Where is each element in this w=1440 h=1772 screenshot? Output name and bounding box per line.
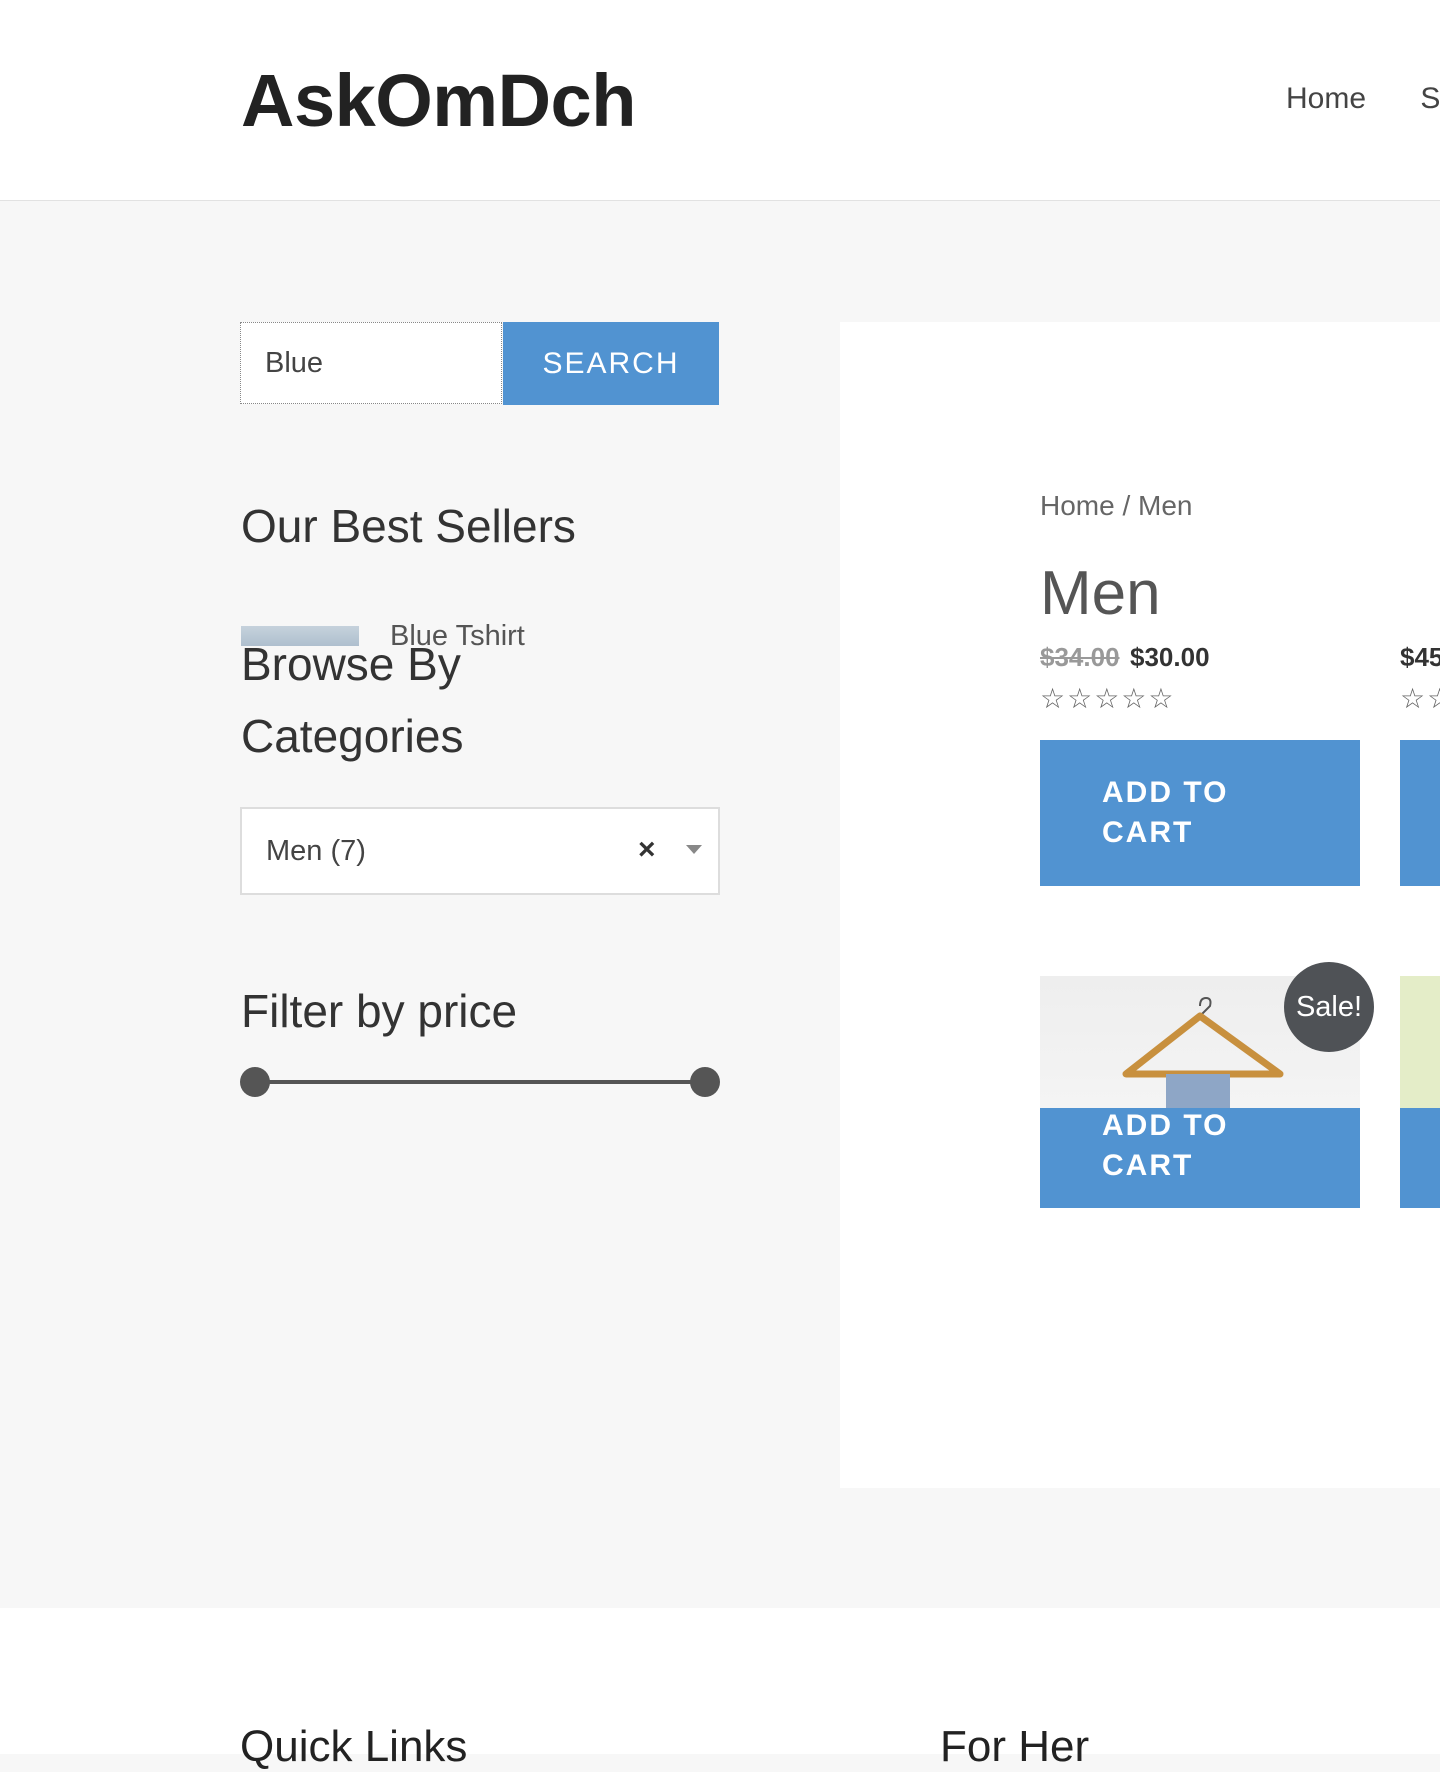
- add-to-cart-button[interactable]: ADD TO CART: [1040, 1108, 1360, 1208]
- categories-title-line2: Categories: [241, 710, 464, 762]
- category-select[interactable]: Men (7) ×: [240, 807, 720, 895]
- page-title: Men: [1040, 559, 1161, 628]
- product-image[interactable]: [1400, 976, 1440, 1108]
- price-slider-handle-min[interactable]: [240, 1067, 270, 1097]
- nav-item-home[interactable]: Home: [1286, 82, 1366, 115]
- button-label-line2: CART: [1102, 816, 1194, 849]
- site-footer: [0, 1608, 1440, 1754]
- star-rating: ☆☆: [1400, 683, 1440, 714]
- button-label-line1: ADD TO: [1102, 1109, 1229, 1142]
- site-logo[interactable]: AskOmDch: [241, 56, 636, 146]
- button-label-line2: CART: [1102, 1149, 1194, 1182]
- price-slider-handle-max[interactable]: [690, 1067, 720, 1097]
- add-to-cart-button[interactable]: ADD TO CART: [1040, 740, 1360, 886]
- search-input[interactable]: [240, 322, 502, 404]
- product-price: $45: [1400, 642, 1440, 672]
- best-sellers-title: Our Best Sellers: [241, 500, 576, 552]
- breadcrumb[interactable]: Home / Men: [1040, 490, 1193, 522]
- nav-item-store[interactable]: S: [1420, 82, 1440, 115]
- add-to-cart-button[interactable]: [1400, 740, 1440, 886]
- product-price: $30.00: [1130, 642, 1210, 672]
- price-slider-track[interactable]: [254, 1080, 704, 1084]
- footer-column-title: Quick Links: [240, 1722, 468, 1771]
- star-rating: ☆☆☆☆☆: [1040, 683, 1176, 714]
- category-selected-value: Men (7): [266, 835, 366, 867]
- main-nav: Home S: [1286, 82, 1440, 116]
- add-to-cart-button[interactable]: [1400, 1108, 1440, 1208]
- search-button[interactable]: SEARCH: [503, 322, 719, 405]
- categories-title-line1: Browse By: [241, 638, 461, 690]
- sale-badge: Sale!: [1284, 962, 1374, 1052]
- price-filter-title: Filter by price: [241, 985, 518, 1037]
- clear-icon[interactable]: ×: [638, 833, 656, 867]
- button-label-line1: ADD TO: [1102, 776, 1229, 809]
- footer-column-title: For Her: [940, 1722, 1090, 1771]
- product-old-price: $34.00: [1040, 642, 1120, 672]
- chevron-down-icon[interactable]: [686, 845, 702, 854]
- site-header: AskOmDch Home S: [0, 0, 1440, 201]
